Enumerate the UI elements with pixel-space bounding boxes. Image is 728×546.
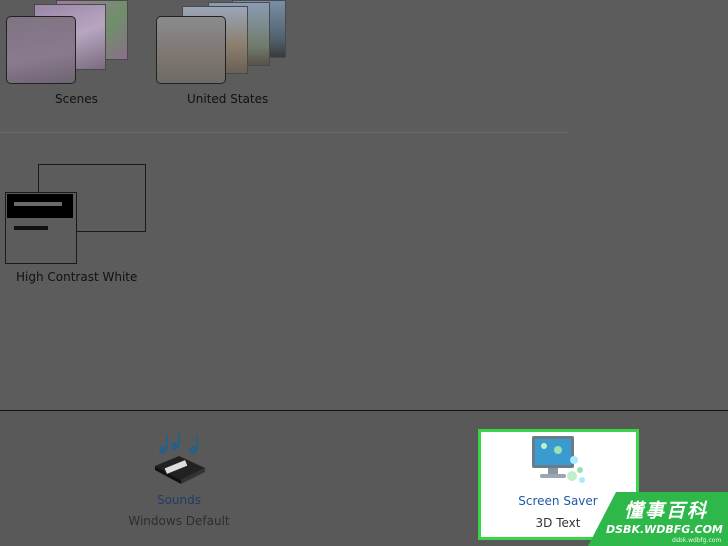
watermark-site-small: dsbk.wdbfg.com (672, 537, 722, 544)
theme-label: United States (187, 92, 269, 106)
watermark-chinese: 懂事百科 (624, 500, 709, 522)
section-divider (0, 132, 568, 133)
speaker-notes-icon (155, 432, 205, 484)
monitor-bubbles-icon (532, 436, 585, 483)
hc-thumb-line (14, 202, 62, 206)
us-thumb (156, 16, 226, 84)
sounds-subtitle: Windows Default (128, 514, 230, 528)
watermark-site: DSBK.WDBFG.COM (606, 523, 723, 536)
sounds-button[interactable]: Sounds Windows Default (124, 428, 234, 538)
hc-thumb-titlebar (7, 194, 73, 218)
theme-scenes[interactable]: Scenes (0, 0, 150, 120)
theme-label: High Contrast White (16, 270, 138, 284)
theme-label: Scenes (55, 92, 98, 106)
scenes-thumb (6, 16, 76, 84)
hc-thumb-line (14, 226, 48, 230)
theme-united-states[interactable]: United States (150, 0, 290, 120)
themes-gallery: Scenes United States High Contrast White (0, 0, 728, 410)
sounds-title: Sounds (156, 493, 202, 507)
